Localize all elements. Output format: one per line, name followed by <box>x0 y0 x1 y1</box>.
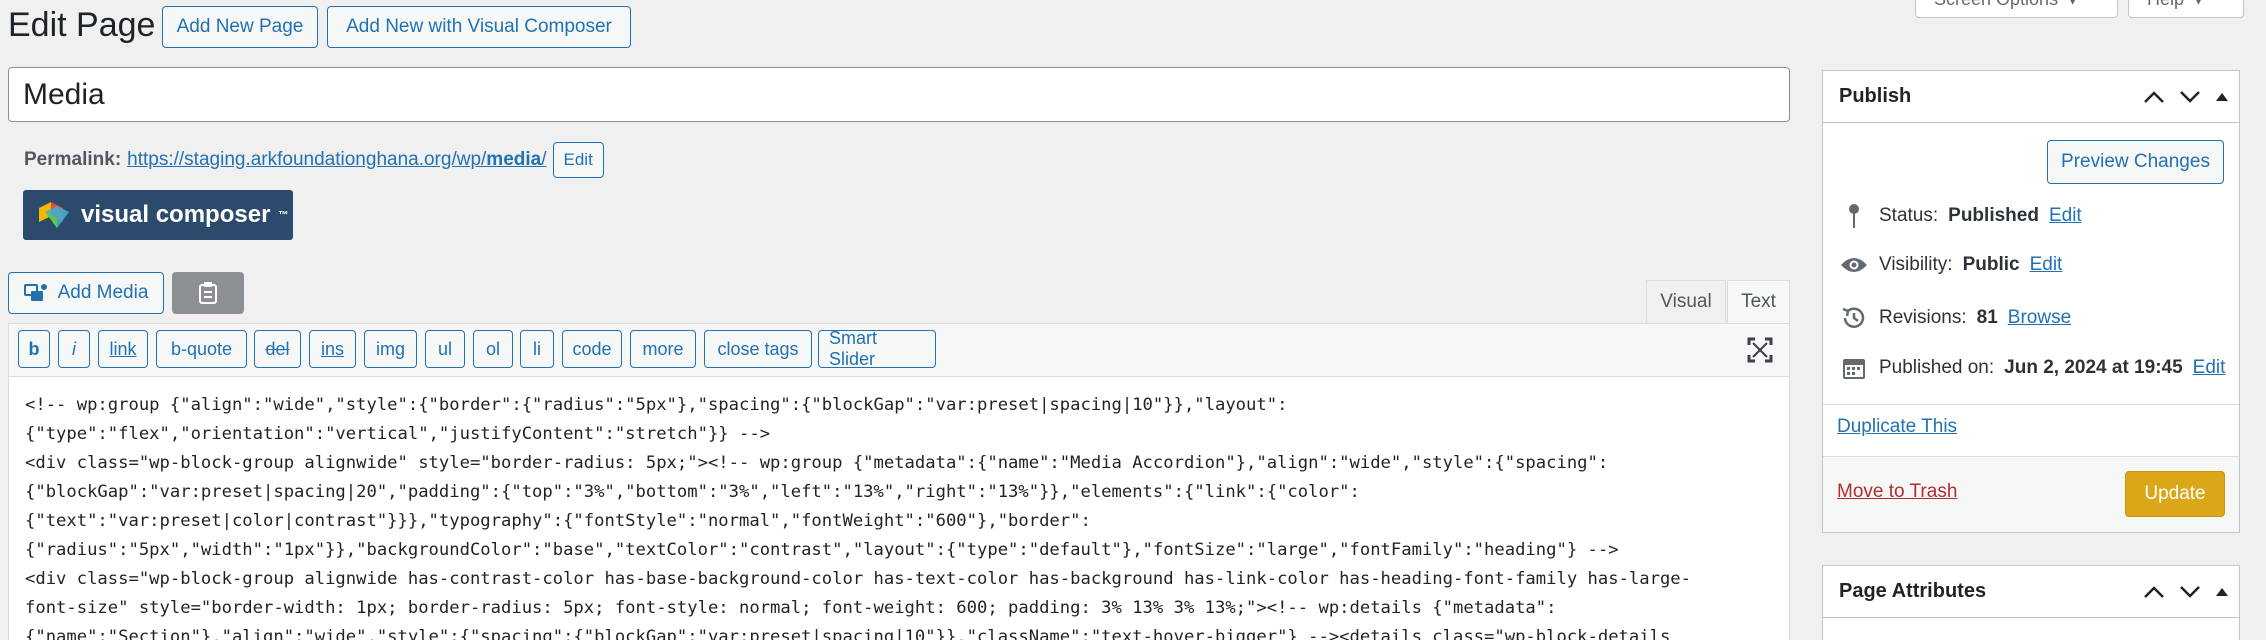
page-attributes-box: Page Attributes <box>1822 565 2240 640</box>
screen-options-label: Screen Options <box>1934 0 2058 10</box>
collapse-toggle-icon[interactable] <box>2215 586 2229 598</box>
visibility-label: Visibility: <box>1879 254 1953 275</box>
status-row: Status: Published Edit <box>1839 203 2082 229</box>
collapse-toggle-icon[interactable] <box>2215 91 2229 103</box>
qt-code-button[interactable]: code <box>562 330 622 368</box>
published-on-edit-link[interactable]: Edit <box>2193 357 2226 379</box>
tab-visual[interactable]: Visual <box>1646 280 1726 323</box>
code-line: font-size" style="border-width: 1px; bor… <box>25 598 1557 618</box>
chevron-up-icon[interactable] <box>2143 585 2165 599</box>
revisions-browse-link[interactable]: Browse <box>2008 307 2071 329</box>
duplicate-link[interactable]: Duplicate This <box>1837 416 1957 438</box>
code-line: {"blockGap":"var:preset|spacing|20","pad… <box>25 482 1360 502</box>
content-textarea[interactable]: <!-- wp:group {"align":"wide","style":{"… <box>8 377 1790 640</box>
visibility-edit-link[interactable]: Edit <box>2030 254 2063 276</box>
qt-more-button[interactable]: more <box>630 330 696 368</box>
published-on-row: Published on: Jun 2, 2024 at 19:45 Edit <box>1839 356 2225 380</box>
code-line: <div class="wp-block-group alignwide" st… <box>25 453 1609 473</box>
duplicate-row: Duplicate This <box>1837 416 1957 438</box>
chevron-down-icon[interactable] <box>2179 585 2201 599</box>
pin-icon <box>1839 203 1869 229</box>
chevron-down-icon: ▾ <box>2068 0 2077 10</box>
chevron-down-icon: ▾ <box>2194 0 2203 10</box>
tab-text[interactable]: Text <box>1727 280 1790 324</box>
revisions-row: Revisions: 81 Browse <box>1839 305 2071 331</box>
calendar-icon <box>1839 356 1869 380</box>
qt-del-button[interactable]: del <box>254 330 301 368</box>
qt-smart-slider-button[interactable]: Smart Slider <box>818 328 936 369</box>
screen-options-button[interactable]: Screen Options ▾ <box>1915 0 2118 18</box>
clipboard-icon <box>199 282 217 304</box>
visibility-row: Visibility: Public Edit <box>1839 254 2062 276</box>
eye-icon <box>1839 256 1869 274</box>
qt-link-button[interactable]: link <box>98 330 148 368</box>
publish-actions: Move to Trash Update <box>1823 456 2239 532</box>
fullscreen-icon[interactable] <box>1746 336 1774 364</box>
revisions-label: Revisions: <box>1879 307 1967 328</box>
revisions-value: 81 <box>1976 307 1998 328</box>
history-icon <box>1839 305 1869 331</box>
divider <box>1823 404 2239 405</box>
permalink-edit-button[interactable]: Edit <box>552 142 604 178</box>
vc-logo-tm: ™ <box>278 209 289 221</box>
add-new-page-button[interactable]: Add New Page <box>162 6 318 48</box>
publish-box: Publish Preview Changes Status: Publishe… <box>1822 70 2240 533</box>
permalink: Permalink: https://staging.arkfoundation… <box>24 142 604 178</box>
permalink-label: Permalink: <box>24 149 122 170</box>
qt-li-button[interactable]: li <box>520 330 554 368</box>
help-button[interactable]: Help ▾ <box>2128 0 2244 18</box>
add-media-icon <box>23 284 47 301</box>
visibility-value: Public <box>1962 254 2020 275</box>
code-line: <div class="wp-block-group alignwide has… <box>25 569 1691 589</box>
page-title: Edit Page <box>8 6 156 44</box>
qt-img-button[interactable]: img <box>364 330 417 368</box>
qt-ins-button[interactable]: ins <box>309 330 356 368</box>
published-on-label: Published on: <box>1879 357 1995 378</box>
code-line: {"text":"var:preset|color|contrast"}}},"… <box>25 511 1091 531</box>
published-on-value: Jun 2, 2024 at 19:45 <box>2004 357 2183 378</box>
code-line: {"radius":"5px","width":"1px"}},"backgro… <box>25 540 1619 560</box>
status-label: Status: <box>1879 205 1939 226</box>
qt-close-tags-button[interactable]: close tags <box>704 330 812 368</box>
post-title-input[interactable]: Media <box>8 67 1790 122</box>
move-to-trash-link[interactable]: Move to Trash <box>1837 481 1957 503</box>
page-attributes-title: Page Attributes <box>1839 580 1987 602</box>
chevron-down-icon[interactable] <box>2179 90 2201 104</box>
publish-box-header: Publish <box>1823 71 2239 123</box>
add-new-vc-button[interactable]: Add New with Visual Composer <box>327 6 631 48</box>
code-line: {"type":"flex","orientation":"vertical",… <box>25 424 771 444</box>
qt-italic-button[interactable]: i <box>58 330 90 368</box>
publish-box-title: Publish <box>1839 85 1912 107</box>
code-line: <!-- wp:group {"align":"wide","style":{"… <box>25 395 1288 415</box>
status-edit-link[interactable]: Edit <box>2049 205 2082 227</box>
add-media-label: Add Media <box>57 282 149 303</box>
qt-ol-button[interactable]: ol <box>473 330 513 368</box>
status-value: Published <box>1948 205 2039 226</box>
visual-composer-button[interactable]: visual composer ™ <box>23 190 293 240</box>
preview-changes-button[interactable]: Preview Changes <box>2047 140 2224 184</box>
clipboard-button[interactable] <box>172 272 244 314</box>
chevron-up-icon[interactable] <box>2143 90 2165 104</box>
permalink-link[interactable]: https://staging.arkfoundationghana.org/w… <box>127 149 546 171</box>
qt-bold-button[interactable]: b <box>18 330 50 368</box>
add-media-button[interactable]: Add Media <box>8 272 164 314</box>
help-label: Help <box>2147 0 2184 10</box>
update-button[interactable]: Update <box>2125 471 2225 517</box>
qt-bquote-button[interactable]: b-quote <box>156 330 247 368</box>
vc-logo-icon <box>39 202 69 228</box>
code-line: {"name":"Section"},"align":"wide","style… <box>25 627 1671 640</box>
qt-ul-button[interactable]: ul <box>425 330 465 368</box>
page-attributes-header: Page Attributes <box>1823 566 2239 618</box>
vc-logo-text: visual composer <box>81 201 271 228</box>
